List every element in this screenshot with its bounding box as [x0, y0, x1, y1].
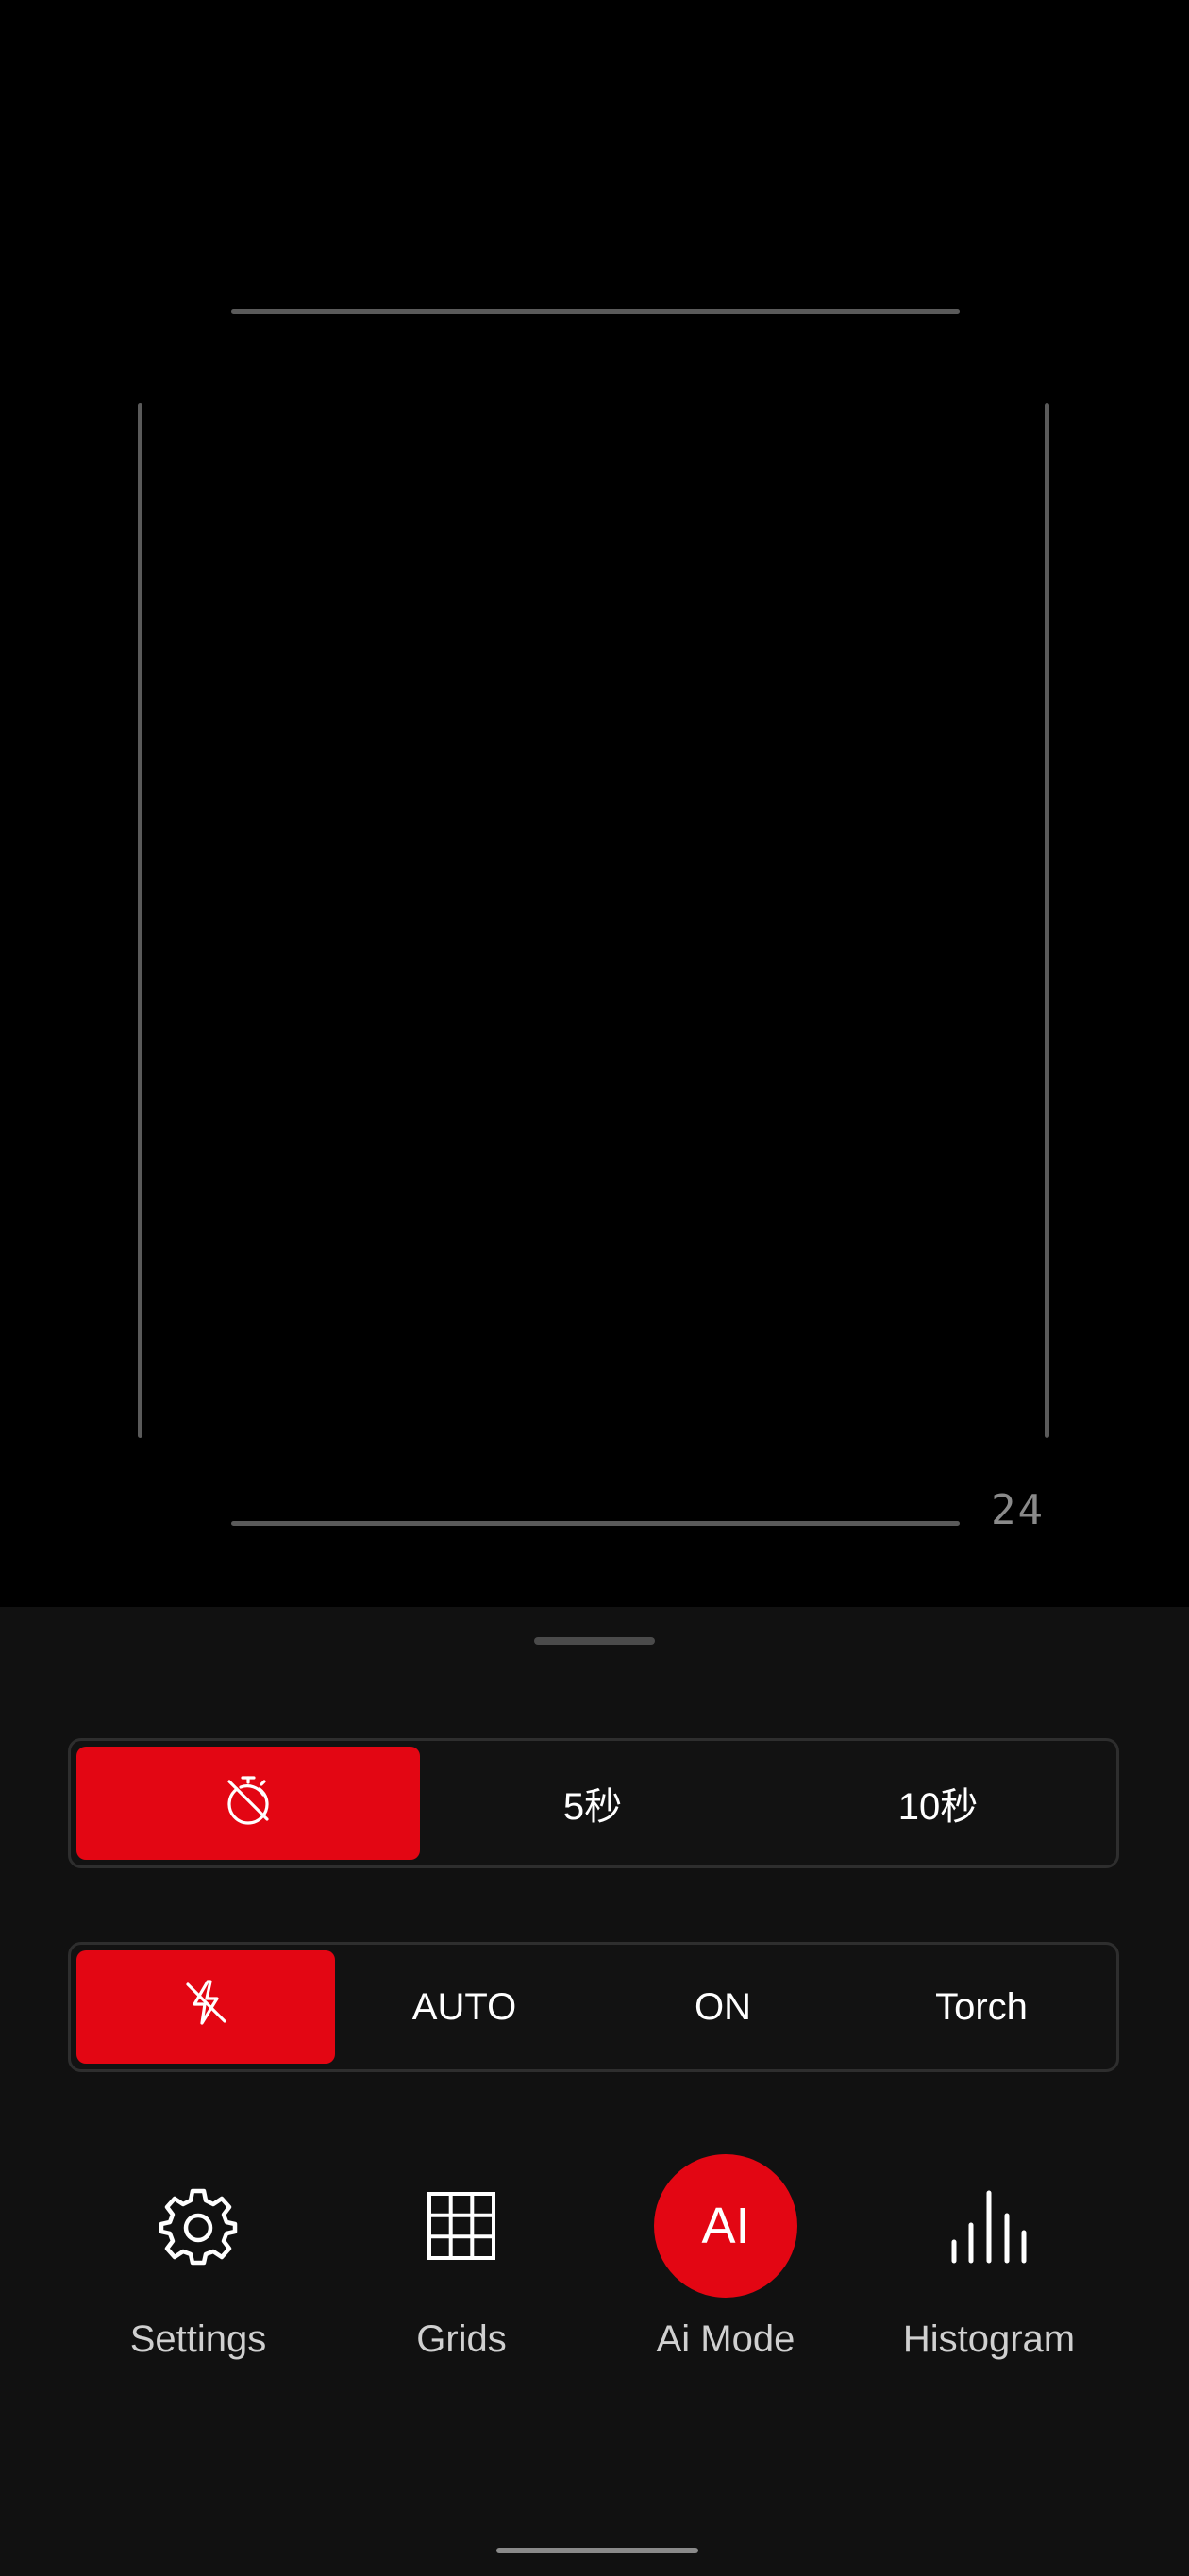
flash-option-torch[interactable]: Torch: [852, 1950, 1111, 2064]
sheet-drag-handle[interactable]: [534, 1637, 655, 1645]
gear-icon: [126, 2154, 270, 2298]
timer-option-5s[interactable]: 5秒: [420, 1747, 765, 1860]
histogram-button[interactable]: Histogram: [857, 2154, 1121, 2361]
grid-icon: [390, 2154, 533, 2298]
settings-button[interactable]: Settings: [66, 2154, 330, 2361]
timer-off-icon: [222, 1772, 275, 1834]
tool-row: Settings Grids AI Ai Mode Histogram: [0, 2154, 1189, 2400]
timer-selector: 5秒 10秒: [68, 1738, 1119, 1868]
grids-button[interactable]: Grids: [329, 2154, 594, 2361]
timer-option-off[interactable]: [76, 1747, 420, 1860]
flash-selector: AUTO ON Torch: [68, 1942, 1119, 2072]
viewfinder-frame-left: [138, 403, 142, 1438]
flash-off-icon: [179, 1976, 232, 2038]
control-sheet: 5秒 10秒 AUTO ON Torch Settings Grids AI A…: [0, 1607, 1189, 2576]
viewfinder-frame-right: [1045, 403, 1049, 1438]
timer-option-10s[interactable]: 10秒: [765, 1747, 1111, 1860]
ai-mode-button[interactable]: AI Ai Mode: [594, 2154, 858, 2361]
flash-option-auto[interactable]: AUTO: [335, 1950, 594, 2064]
ai-mode-badge-wrap: AI: [654, 2154, 797, 2298]
flash-option-on[interactable]: ON: [594, 1950, 852, 2064]
flash-option-off[interactable]: [76, 1950, 335, 2064]
viewfinder-frame-bottom: [231, 1521, 960, 1526]
frame-counter: 24: [991, 1486, 1045, 1534]
histogram-icon: [917, 2154, 1061, 2298]
viewfinder-frame-top: [231, 309, 960, 314]
home-indicator[interactable]: [496, 2548, 698, 2553]
ai-mode-badge: AI: [654, 2154, 797, 2298]
